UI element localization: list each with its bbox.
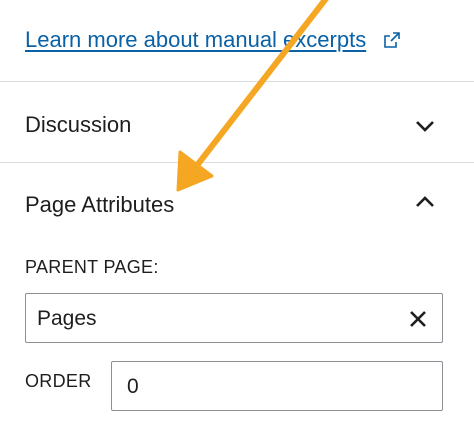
- chevron-up-icon: [416, 196, 434, 207]
- page-attributes-panel-toggle[interactable]: Page Attributes: [0, 163, 474, 243]
- page-attributes-panel-title: Page Attributes: [25, 192, 175, 217]
- excerpt-help-row: Learn more about manual excerpts: [0, 0, 474, 82]
- discussion-panel-title: Discussion: [25, 112, 132, 137]
- parent-page-combobox[interactable]: Pages: [25, 293, 443, 343]
- order-label: ORDER: [25, 371, 92, 391]
- excerpt-help-link[interactable]: Learn more about manual excerpts: [25, 26, 366, 54]
- parent-page-value: Pages: [37, 307, 97, 330]
- close-icon[interactable]: [408, 309, 428, 329]
- parent-page-label: PARENT PAGE:: [25, 257, 159, 277]
- order-input[interactable]: 0: [111, 361, 443, 411]
- chevron-down-icon: [416, 121, 434, 132]
- divider: [0, 81, 474, 82]
- order-value: 0: [127, 375, 139, 398]
- discussion-panel-toggle[interactable]: Discussion: [0, 83, 474, 163]
- external-link-icon: [384, 32, 400, 48]
- editor-sidebar: Learn more about manual excerpts Discuss…: [0, 0, 474, 430]
